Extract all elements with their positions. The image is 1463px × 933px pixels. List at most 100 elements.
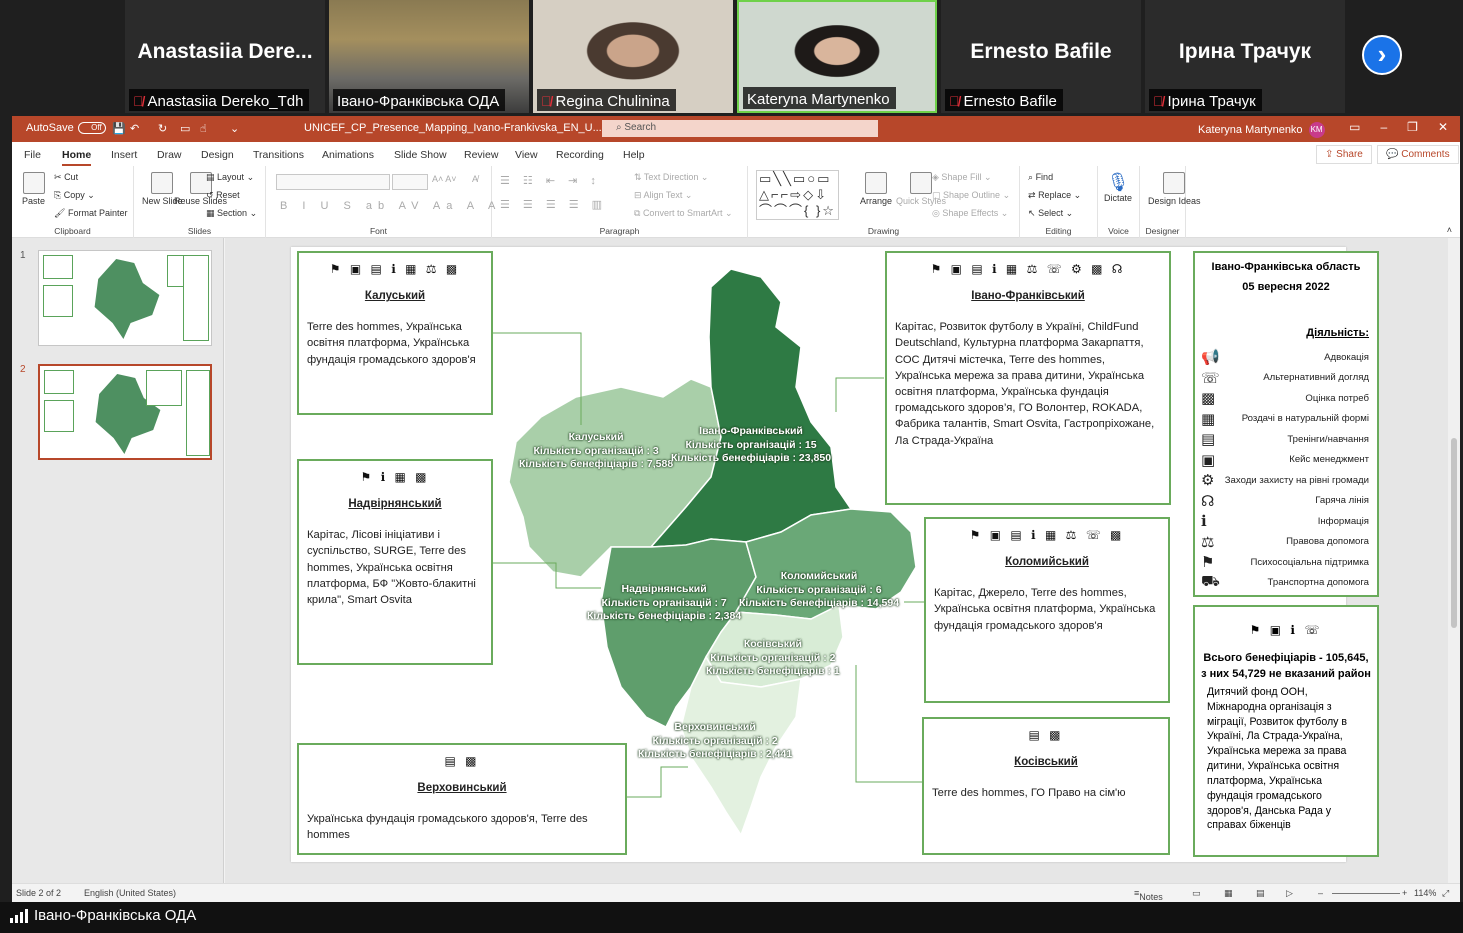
region-box-kosiv[interactable]: ▤ ▩ Косівський Terre des hommes, ГО Прав…: [922, 717, 1170, 855]
thumbnail-number: 1: [20, 250, 26, 261]
slide-thumbnail-2[interactable]: [38, 364, 212, 460]
convert-smartart-button[interactable]: ⧉ Convert to SmartArt ⌄: [634, 208, 733, 219]
tab-file[interactable]: File: [24, 149, 41, 161]
training-icon: ▤: [1201, 431, 1216, 449]
thumbnail-map: [94, 259, 160, 339]
tab-help[interactable]: Help: [623, 149, 645, 161]
shape-effects-button[interactable]: ◎ Shape Effects ⌄: [932, 208, 1008, 219]
align-buttons[interactable]: ☰ ☰ ☰ ☰ ▥: [500, 198, 607, 211]
redo-icon[interactable]: ↻: [158, 122, 167, 135]
tab-animations[interactable]: Animations: [322, 149, 374, 161]
collapse-ribbon-icon[interactable]: ˄: [1447, 225, 1452, 235]
region-box-ivano-frankivsk[interactable]: ⚑ ▣ ▤ ℹ ▦ ⚖ ☏ ⚙ ▩ ☊ Івано-Франківський К…: [885, 251, 1171, 505]
font-style-buttons[interactable]: B I U S ab AV Aa A A: [280, 200, 501, 212]
new-slide-icon: [151, 172, 174, 194]
search-input[interactable]: ⌕ Search: [602, 120, 878, 137]
touch-mode-icon[interactable]: ☝: [200, 122, 207, 135]
tab-home[interactable]: Home: [62, 149, 92, 166]
copy-button[interactable]: ⎘ Copy ⌄: [54, 190, 95, 201]
zoom-out-icon[interactable]: –: [1318, 888, 1323, 898]
customize-toolbar-icon[interactable]: ⌄: [230, 122, 239, 135]
mic-off-icon: 🎙̸: [133, 93, 144, 109]
slide-sorter-icon[interactable]: ▦: [1224, 888, 1233, 899]
format-painter-button[interactable]: 🖌 Format Painter: [54, 208, 127, 219]
participant-tile-kateryna[interactable]: Kateryna Martynenko: [737, 0, 937, 113]
tab-view[interactable]: View: [515, 149, 538, 161]
align-text-button[interactable]: ⊟ Align Text ⌄: [634, 190, 692, 201]
font-size-buttons[interactable]: A˄ A˅: [432, 174, 457, 184]
paste-icon: [22, 172, 45, 194]
reset-button[interactable]: ↺ Reset: [206, 190, 240, 201]
save-icon[interactable]: 💾: [112, 122, 126, 135]
distribution-icon: ▦: [1201, 410, 1216, 428]
select-button[interactable]: ↖ Select ⌄: [1028, 208, 1073, 219]
design-ideas-button[interactable]: Design Ideas: [1148, 172, 1201, 206]
total-organizations: Дитячий фонд ООН, Міжнародна організація…: [1207, 685, 1348, 832]
font-family-select[interactable]: [276, 174, 390, 190]
font-size-select[interactable]: [392, 174, 428, 190]
shape-fill-button[interactable]: ◈ Shape Fill ⌄: [932, 172, 992, 183]
normal-view-icon[interactable]: ▭: [1192, 888, 1201, 899]
shapes-gallery[interactable]: ▭╲╲▭○▭ △⌐⌐⇨◇⇩ ⌒⌒⌒{ }☆: [756, 170, 839, 220]
tab-transitions[interactable]: Transitions: [253, 149, 304, 161]
share-button[interactable]: ⇪ Share: [1316, 145, 1372, 164]
zoom-slider[interactable]: [1332, 893, 1400, 894]
ribbon-display-icon[interactable]: ▭: [1349, 120, 1360, 134]
tab-slide-show[interactable]: Slide Show: [394, 149, 447, 161]
notes-button[interactable]: ≡ Notes: [1134, 888, 1163, 902]
minimize-icon[interactable]: –: [1380, 120, 1387, 134]
tab-recording[interactable]: Recording: [556, 149, 604, 161]
tab-design[interactable]: Design: [201, 149, 234, 161]
slideshow-icon[interactable]: ▷: [1286, 888, 1293, 899]
reading-view-icon[interactable]: ▤: [1256, 888, 1265, 899]
region-title: Косівський: [1014, 756, 1078, 769]
text-direction-button[interactable]: ⇅ Text Direction ⌄: [634, 172, 708, 183]
close-icon[interactable]: ✕: [1438, 120, 1448, 134]
comments-button[interactable]: 💬 Comments: [1377, 145, 1459, 164]
layout-button[interactable]: ▤ Layout ⌄: [206, 172, 254, 183]
participant-tile-iryna[interactable]: Ірина Трачук 🎙̸ Ірина Трачук: [1145, 0, 1345, 113]
region-box-nadvirna[interactable]: ⚑ ℹ ▦ ▩ Надвірнянський Карітас, Лісові і…: [297, 459, 493, 665]
participant-tile-oda[interactable]: Івано-Франківська ОДА: [329, 0, 529, 113]
legend-box[interactable]: Івано-Франківська область 05 вересня 202…: [1193, 251, 1379, 597]
region-box-verkhovyna[interactable]: ▤ ▩ Верховинський Українська фундація гр…: [297, 743, 627, 855]
vertical-scrollbar[interactable]: [1448, 238, 1460, 883]
participant-tile-ernesto[interactable]: Ernesto Bafile 🎙̸ Ernesto Bafile: [941, 0, 1141, 113]
tab-review[interactable]: Review: [464, 149, 498, 161]
file-name[interactable]: UNICEF_CP_Presence_Mapping_Ivano-Frankiv…: [304, 122, 602, 134]
present-icon[interactable]: ▭: [180, 122, 190, 135]
layout-icon: ▤: [206, 172, 215, 182]
scrollbar-thumb[interactable]: [1451, 438, 1457, 628]
region-box-kolomyia[interactable]: ⚑ ▣ ▤ ℹ ▦ ⚖ ☏ ▩ Коломийський Карітас, Дж…: [924, 517, 1170, 703]
fit-slide-icon[interactable]: ⤢: [1442, 888, 1449, 899]
zoom-in-icon[interactable]: +: [1402, 888, 1407, 898]
language-indicator[interactable]: English (United States): [84, 888, 176, 898]
active-speaker-caption: Івано-Франківська ОДА: [10, 907, 196, 924]
next-participants-button[interactable]: ›: [1362, 35, 1402, 75]
clear-format-icon[interactable]: A̸: [472, 174, 478, 184]
tab-draw[interactable]: Draw: [157, 149, 182, 161]
shape-outline-button[interactable]: ▢ Shape Outline ⌄: [932, 190, 1010, 201]
arrange-button[interactable]: Arrange: [860, 172, 892, 206]
restore-icon[interactable]: ❐: [1407, 120, 1418, 134]
cursor-icon: ↖: [1028, 208, 1036, 218]
participant-tile-anastasiia[interactable]: Anastasiia Dere... 🎙̸ Anastasiia Dereko_T…: [125, 0, 325, 113]
account-name[interactable]: Kateryna Martynenko KM: [1198, 122, 1325, 138]
slide[interactable]: Калуський Кількість організацій : 3 Кількі…: [291, 247, 1379, 862]
paste-button[interactable]: Paste: [22, 172, 45, 206]
legend-item: ℹ Інформація: [1201, 513, 1369, 531]
zoom-level[interactable]: 114%: [1414, 888, 1436, 898]
region-box-kalush[interactable]: ⚑ ▣ ▤ ℹ ▦ ⚖ ▩ Калуський Terre des hommes…: [297, 251, 493, 415]
total-beneficiaries-box[interactable]: ⚑ ▣ ℹ ☏ Всього бенефіціарів - 105,645, з…: [1193, 605, 1379, 857]
tab-insert[interactable]: Insert: [111, 149, 137, 161]
autosave-toggle[interactable]: AutoSave Off: [26, 122, 106, 135]
list-buttons[interactable]: ☰ ☷ ⇤ ⇥ ↕: [500, 174, 601, 187]
dictate-button[interactable]: 🎙 Dictate: [1104, 172, 1132, 203]
cut-button[interactable]: ✂ Cut: [54, 172, 78, 183]
find-button[interactable]: ⌕ Find: [1028, 172, 1053, 183]
section-button[interactable]: ▦ Section ⌄: [206, 208, 257, 219]
slide-thumbnail-1[interactable]: [38, 250, 212, 346]
replace-button[interactable]: ⇄ Replace ⌄: [1028, 190, 1081, 201]
undo-icon[interactable]: ↶: [130, 122, 139, 135]
participant-tile-regina[interactable]: 🎙̸ Regina Chulinina: [533, 0, 733, 113]
